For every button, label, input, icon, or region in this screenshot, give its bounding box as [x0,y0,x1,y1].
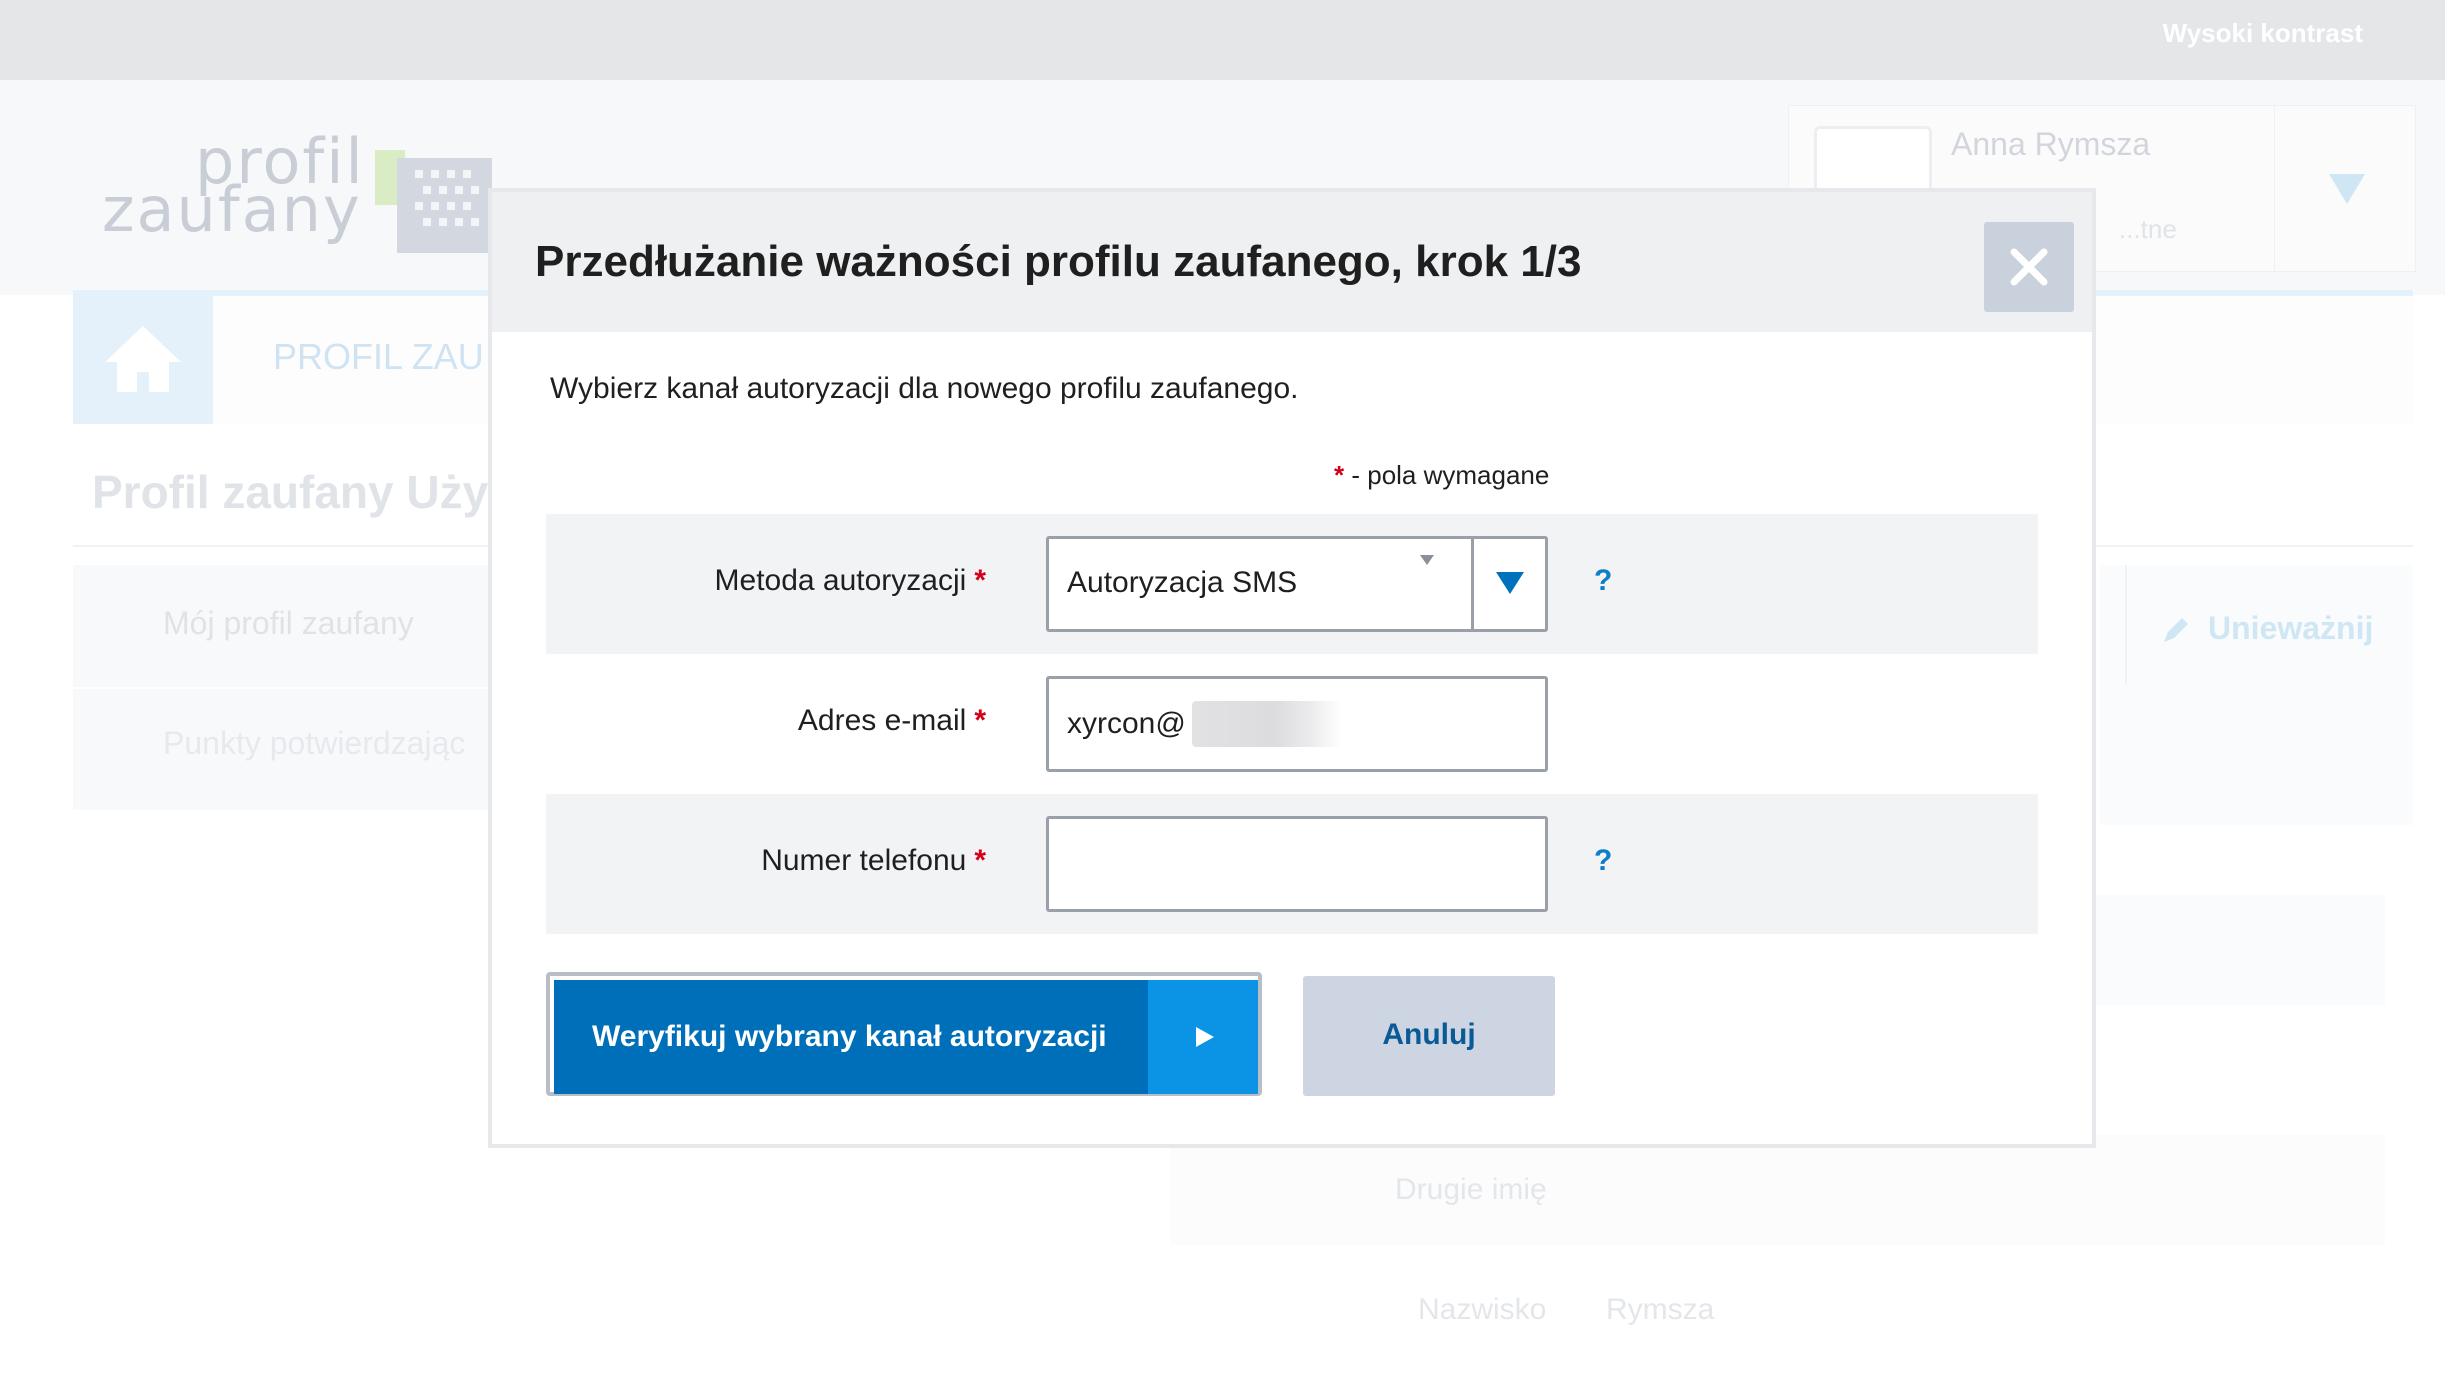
home-icon [105,326,181,392]
required-note-text: - pola wymagane [1344,460,1550,490]
divider [2125,565,2127,685]
invalidate-button[interactable]: Unieważnij [2160,610,2373,647]
dialog-header: Przedłużanie ważności profilu zaufanego,… [492,192,2092,332]
dialog-intro-text: Wybierz kanał autoryzacji dla nowego pro… [550,372,1299,405]
user-name: Anna Rymsza [1951,126,2151,162]
phone-label: Numer telefonu * [761,844,986,878]
sidebar-item-confirmation-points[interactable]: Punkty potwierdzając [163,725,465,762]
logo-word-zaufany: zaufany [102,173,362,246]
email-label: Adres e-mail * [798,704,986,738]
nav-item-profil-zaufany[interactable]: PROFIL ZAU [273,336,484,378]
chevron-down-icon[interactable] [2329,174,2365,204]
play-arrow-icon [1196,1027,1214,1047]
required-star: * [1334,460,1345,490]
email-field-wrapper [1046,676,1548,772]
cancel-button[interactable]: Anuluj [1303,976,1555,1096]
email-label-text: Adres e-mail [797,704,967,737]
phone-field[interactable] [1049,819,1507,909]
redacted-email-blur [1192,701,1342,747]
actions-panel [2100,565,2413,825]
background-panel [1170,1135,2385,1245]
form-row-phone: Numer telefonu * ? [546,794,2038,934]
user-subtitle: ...tne [2119,214,2177,244]
user-box-divider [2274,106,2275,271]
divider [73,687,493,689]
form-row-email: Adres e-mail * [546,654,2038,794]
method-help-icon[interactable]: ? [1594,564,1612,598]
caret-down-icon [1420,555,1434,565]
phone-label-text: Numer telefonu [761,844,967,877]
close-button[interactable] [1984,222,2074,312]
page-title: Profil zaufany Uży [92,466,489,518]
verify-channel-button[interactable]: Weryfikuj wybrany kanał autoryzacji [546,972,1262,1096]
required-star: * [974,564,986,597]
cancel-button-label: Anuluj [1382,1018,1476,1051]
sidebar-item-my-profile[interactable]: Mój profil zaufany [163,605,414,642]
verify-button-arrow [1148,980,1258,1094]
verify-button-body: Weryfikuj wybrany kanał autoryzacji [554,980,1148,1094]
select-divider [1471,539,1474,629]
required-fields-note: * - pola wymagane [1334,460,1549,491]
surname-value: Rymsza [1606,1293,1715,1326]
sidebar: Mój profil zaufany Punkty potwierdzając [73,565,493,810]
close-icon [2010,248,2048,286]
phone-help-icon[interactable]: ? [1594,844,1612,878]
form-row-method: Metoda autoryzacji * Autoryzacja SMS ? [546,514,2038,654]
logo-mark-icon [375,150,492,253]
pencil-icon [2164,617,2188,642]
phone-field-wrapper [1046,816,1548,912]
authorization-method-select[interactable]: Autoryzacja SMS [1046,536,1548,632]
extend-profile-dialog: Przedłużanie ważności profilu zaufanego,… [488,188,2096,1148]
verify-button-label: Weryfikuj wybrany kanał autoryzacji [592,1020,1107,1053]
high-contrast-link[interactable]: Wysoki kontrast [2163,18,2363,49]
home-button[interactable] [73,296,213,424]
second-name-label: Drugie imię [1395,1173,1547,1206]
surname-label: Nazwisko [1418,1293,1547,1326]
required-star: * [974,704,986,737]
method-label-text: Metoda autoryzacji [714,564,967,597]
top-bar: Wysoki kontrast [0,0,2445,80]
dialog-title: Przedłużanie ważności profilu zaufanego,… [535,237,1582,286]
chevron-down-icon[interactable] [1496,572,1524,594]
method-label: Metoda autoryzacji * [715,564,986,598]
selected-method: Autoryzacja SMS [1067,566,1298,599]
profil-zaufany-logo[interactable]: profil zaufany [100,125,500,265]
required-star: * [974,844,986,877]
invalidate-label: Unieważnij [2208,610,2374,646]
